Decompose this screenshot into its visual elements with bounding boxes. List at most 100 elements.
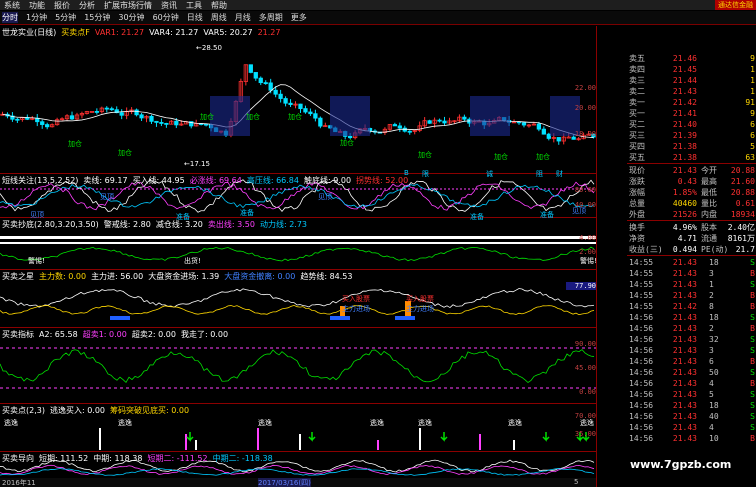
tick-volume: 18 [709,313,719,322]
warning-tag: 出货! [184,257,201,265]
indicator-panel-5[interactable]: 买卖点(2,3) 逃逸买入: 0.00 筹码突破见底买: 0.00 [0,404,596,452]
tick-volume: 4 [709,379,714,388]
tick-volume: 5 [709,390,714,399]
indicator-panel-3[interactable]: 买卖之星 主力数: 0.00 主力进: 56.00 大盘资金进场: 1.39 大盘资金撤… [0,270,596,328]
tick-price: 21.43 [672,390,697,399]
stat-value: 21526 [672,210,697,219]
tick-volume: 3 [709,269,714,278]
tick-row: 14:56 21.43 40 S [597,411,756,422]
stat-value-2: 18934 [730,210,755,219]
axis-label: 0.00 [579,388,596,396]
tick-row: 14:55 21.43 3 B [597,268,756,279]
period-tab-2[interactable]: 5分钟 [55,12,76,23]
period-tab-5[interactable]: 60分钟 [153,12,179,23]
panel-1-title: 短线关注(13,5,2,52) 卖线: 69.17 买入线: 44.95 必涨线: 6… [2,175,413,186]
menu-bar: 系统 功能 报价 分析 扩展市场行情 资讯 工具 帮助 通达信金融 [0,0,756,10]
tick-price: 21.43 [672,434,697,443]
tick-row: 14:55 21.43 2 B [597,290,756,301]
quote-label: 买一 [629,109,645,118]
quote-volume: 1 [750,76,755,85]
menu-item-7[interactable]: 帮助 [211,0,227,11]
stat-label: 外盘 [629,210,645,219]
stat-row: 涨跌 0.43 最高 21.60 [597,176,756,187]
buy-tag: 买入股票 [342,295,370,303]
signal-letter: 诚 [486,170,493,178]
period-tab-9[interactable]: 多周期 [259,12,283,23]
stat-row: 总量 40460 量比 0.61 [597,198,756,209]
tick-volume: 50 [709,368,719,377]
menu-item-4[interactable]: 扩展市场行情 [104,0,152,11]
stat-row: 现价 21.43 今开 20.88 [597,165,756,176]
tick-time: 14:55 [629,280,654,289]
add-position-tag: 加仓 [288,113,302,121]
indicator-panel-2[interactable]: 买卖抄底(2.80,3.20,3.50) 警戒线: 2.80 减仓线: 3.20 卖出… [0,218,596,270]
add-position-tag: 加仓 [68,140,82,148]
quote-label: 卖一 [629,98,645,107]
menu-item-0[interactable]: 系统 [4,0,20,11]
warning-tag: 警惕! [580,257,597,265]
indicator-value-2: 超卖1: 0.00 [82,330,127,339]
indicator-value-1: 主力数: 0.00 [39,272,87,281]
tick-row: 14:56 21.43 32 S [597,334,756,345]
indicator-value-0: 短线关注(13,5,2,52) [2,176,79,185]
tick-volume: 40 [709,412,719,421]
stat-value: 4.96% [672,223,697,232]
period-tab-10[interactable]: 更多 [291,12,307,23]
stat-label: 总量 [629,199,645,208]
quote-value: 21.45 [672,65,697,74]
indicator-panel-1[interactable]: 短线关注(13,5,2,52) 卖线: 69.17 买入线: 44.95 必涨线: 6… [0,174,596,218]
quote-label: 卖四 [629,65,645,74]
axis-label: 77.90 [566,282,596,290]
indicator-panel-4[interactable]: 买卖指标 A2: 65.58 超卖1: 0.00 超卖2: 0.00 我走了: 0.00 [0,328,596,404]
stat-label: 净资 [629,234,645,243]
quote-value: 21.43 [672,87,697,96]
menu-item-5[interactable]: 资讯 [161,0,177,11]
escape-tag: 逃逸 [370,419,384,427]
tick-direction: S [750,401,755,410]
stat-label: 换手 [629,223,645,232]
period-tab-7[interactable]: 周线 [211,12,227,23]
stat-label: 涨幅 [629,188,645,197]
menu-item-2[interactable]: 报价 [54,0,70,11]
time-axis-end: 5 [574,478,579,486]
period-tab-4[interactable]: 30分钟 [118,12,144,23]
bid-row: 买四 21.38 5 [597,141,756,152]
signal-tag: 见顶 [100,193,114,201]
tick-price: 21.43 [672,313,697,322]
bid-row: 买二 21.40 6 [597,119,756,130]
period-tab-6[interactable]: 日线 [187,12,203,23]
tick-time: 14:56 [629,313,654,322]
indicator-value-0: 买卖之星 [2,272,34,281]
quote-volume: 9 [750,109,755,118]
tick-time: 14:55 [629,269,654,278]
quote-value: 21.42 [672,98,697,107]
menu-item-1[interactable]: 功能 [29,0,45,11]
indicator-panel-6[interactable]: 买卖导向 短期: 111.52 中期: 118.38 短期二: -111.52 中期二:… [0,452,596,478]
signal-tag: 准备 [470,213,484,221]
indicator-value-0: 买卖指标 [2,330,34,339]
low-price-label: ←17.15 [184,160,210,168]
indicator-value-5: 21.27 [257,28,281,37]
period-tab-8[interactable]: 月线 [235,12,251,23]
menu-item-3[interactable]: 分析 [79,0,95,11]
indicator-value-5: 触底线: 9.00 [303,176,352,185]
indicator-value-0: 买卖导向 [2,454,34,463]
tick-price: 21.43 [672,423,697,432]
tick-volume: 18 [709,258,719,267]
stat-value-2: 21.60 [730,177,755,186]
tick-price: 21.43 [672,412,697,421]
stat-label: 涨跌 [629,177,645,186]
escape-tag: 逃逸 [508,419,522,427]
ask-row: 卖五 21.46 9 [597,53,756,64]
period-tab-1[interactable]: 1分钟 [26,12,47,23]
tick-volume: 2 [709,324,714,333]
period-tab-3[interactable]: 15分钟 [84,12,110,23]
stat-row: 涨幅 1.85% 最低 20.88 [597,187,756,198]
quote-value: 21.41 [672,109,697,118]
tick-time: 14:56 [629,434,654,443]
menu-item-6[interactable]: 工具 [186,0,202,11]
signal-tag: 见顶 [318,193,332,201]
period-tab-0[interactable]: 分时 [2,12,18,23]
stat-row: 净资 4.71 流通 8161万 [597,233,756,244]
tick-direction: B [750,379,755,388]
